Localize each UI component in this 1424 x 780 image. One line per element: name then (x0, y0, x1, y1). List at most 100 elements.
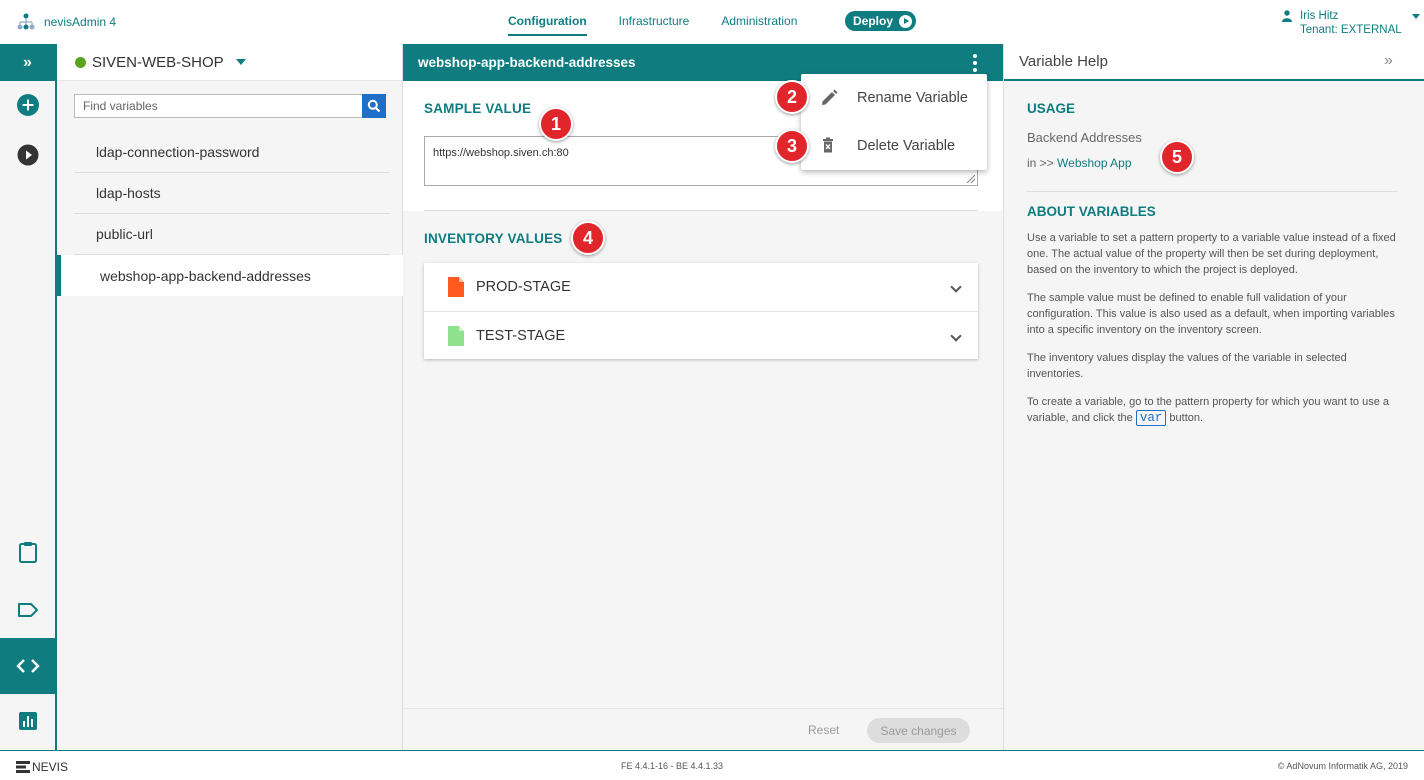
list-item[interactable]: ldap-hosts (74, 173, 390, 214)
callout-badge-2: 2 (775, 80, 809, 114)
list-item[interactable]: public-url (74, 214, 390, 255)
inventory-name: PROD-STAGE (476, 279, 571, 295)
code-icon (15, 659, 40, 673)
webshop-app-link[interactable]: Webshop App (1057, 156, 1132, 170)
editor-title: webshop-app-backend-addresses (418, 55, 636, 70)
callout-badge-1: 1 (539, 107, 573, 141)
delete-variable-menu-item[interactable]: Delete Variable (801, 122, 987, 170)
divider (1027, 191, 1397, 192)
inventory-row-test-stage[interactable]: TEST-STAGE (424, 311, 978, 359)
run-button[interactable] (16, 143, 40, 167)
version-text: FE 4.4.1-16 - BE 4.4.1.33 (621, 761, 724, 771)
variable-options-menu: Rename Variable Delete Variable (801, 74, 987, 170)
deploy-label: Deploy (853, 14, 894, 28)
person-icon (1282, 10, 1292, 22)
search-input[interactable] (74, 94, 362, 118)
variable-name: webshop-app-backend-addresses (100, 267, 311, 284)
variable-list-panel: SIVEN-WEB-SHOP ldap-connection-password … (57, 44, 403, 750)
help-text: button. (1166, 412, 1204, 424)
caret-down-icon (235, 59, 246, 65)
variables-nav-button[interactable] (0, 638, 55, 694)
left-rail: » (0, 44, 57, 750)
app-brand[interactable]: nevisAdmin 4 (16, 12, 116, 32)
project-selector[interactable]: SIVEN-WEB-SHOP (57, 44, 402, 81)
pencil-icon (822, 89, 838, 105)
top-bar: nevisAdmin 4 Configuration Infrastructur… (0, 0, 1424, 44)
callout-badge-3: 3 (775, 129, 809, 163)
list-item-selected[interactable]: webshop-app-backend-addresses (57, 255, 403, 296)
copyright-text: © AdNovum Informatik AG, 2019 (1277, 761, 1408, 771)
inventory-row-prod-stage[interactable]: PROD-STAGE (424, 263, 978, 311)
save-changes-button[interactable]: Save changes (867, 718, 970, 743)
sample-value-text: https://webshop.siven.ch:80 (433, 147, 569, 159)
page-footer: NEVIS FE 4.4.1-16 - BE 4.4.1.33 © AdNovu… (0, 750, 1424, 780)
help-header: Variable Help (1004, 44, 1424, 81)
plus-circle-icon (17, 94, 39, 116)
reports-button[interactable] (16, 709, 40, 733)
tab-infrastructure[interactable]: Infrastructure (619, 14, 690, 36)
editor-footer: Reset Save changes (403, 708, 1003, 750)
help-text: To create a variable, go to the pattern … (1027, 396, 1389, 424)
clipboard-button[interactable] (16, 540, 40, 564)
divider (424, 210, 978, 211)
label-button[interactable] (16, 598, 40, 622)
nevis-logo: NEVIS (16, 760, 68, 774)
file-green-icon (448, 325, 464, 346)
collapse-panel-icon[interactable]: » (1384, 52, 1393, 70)
rename-variable-menu-item[interactable]: Rename Variable (801, 74, 987, 122)
expand-rail-button[interactable]: » (0, 44, 55, 81)
user-tenant: Tenant: EXTERNAL (1300, 24, 1402, 36)
var-button-example: var (1135, 410, 1167, 426)
search-icon (367, 99, 381, 113)
chevron-down-icon[interactable] (950, 281, 962, 293)
user-menu[interactable]: Iris Hitz Tenant: EXTERNAL (1280, 9, 1420, 37)
add-button[interactable] (16, 93, 40, 117)
user-name: Iris Hitz (1300, 10, 1339, 22)
reset-button[interactable]: Reset (808, 723, 839, 737)
variable-help-panel: Variable Help » USAGE Backend Addresses … (1003, 44, 1424, 750)
tab-configuration[interactable]: Configuration (508, 14, 587, 36)
about-variables-title: ABOUT VARIABLES (1027, 204, 1156, 219)
logo-text: NEVIS (32, 760, 69, 774)
usage-reference: in >> Webshop App (1027, 156, 1132, 170)
help-paragraph: Use a variable to set a pattern property… (1027, 232, 1396, 276)
chevron-down-icon[interactable] (950, 330, 962, 342)
menu-item-label: Rename Variable (857, 90, 968, 106)
help-paragraph: To create a variable, go to the pattern … (1027, 394, 1399, 426)
play-circle-icon (17, 144, 39, 166)
inventory-values-list: PROD-STAGE TEST-STAGE (424, 263, 978, 359)
callout-badge-4: 4 (571, 221, 605, 255)
usage-title: USAGE (1027, 101, 1076, 116)
label-icon (18, 603, 38, 617)
callout-badge-5: 5 (1160, 140, 1194, 174)
usage-name: Backend Addresses (1027, 130, 1142, 145)
menu-item-label: Delete Variable (857, 138, 956, 154)
variable-name: ldap-hosts (96, 185, 161, 201)
search-button[interactable] (362, 94, 386, 118)
double-chevron-right-icon: » (23, 53, 32, 71)
main-nav: Configuration Infrastructure Administrat… (508, 14, 797, 36)
help-paragraph: The inventory values display the values … (1027, 352, 1347, 380)
more-options-icon[interactable] (972, 54, 978, 72)
org-chart-icon (17, 13, 35, 30)
help-paragraph: The sample value must be defined to enab… (1027, 292, 1395, 336)
bar-chart-icon (19, 712, 37, 730)
usage-in-prefix: in >> (1027, 156, 1058, 170)
tab-administration[interactable]: Administration (721, 14, 797, 36)
clipboard-icon (19, 542, 37, 563)
project-name: SIVEN-WEB-SHOP (92, 53, 224, 71)
deploy-button[interactable]: Deploy (845, 11, 916, 31)
caret-down-icon (1412, 14, 1420, 19)
trash-icon (823, 137, 833, 153)
variable-name: public-url (96, 226, 153, 242)
variable-search (74, 94, 386, 118)
variable-name: ldap-connection-password (96, 144, 260, 160)
inventory-name: TEST-STAGE (476, 327, 566, 344)
play-icon (899, 14, 913, 28)
resize-handle-icon[interactable] (967, 175, 975, 183)
variable-list: ldap-connection-password ldap-hosts publ… (57, 132, 403, 296)
sample-value-title: SAMPLE VALUE (424, 101, 532, 116)
app-name: nevisAdmin 4 (44, 15, 117, 29)
list-item[interactable]: ldap-connection-password (74, 132, 390, 173)
file-red-icon (448, 277, 464, 297)
